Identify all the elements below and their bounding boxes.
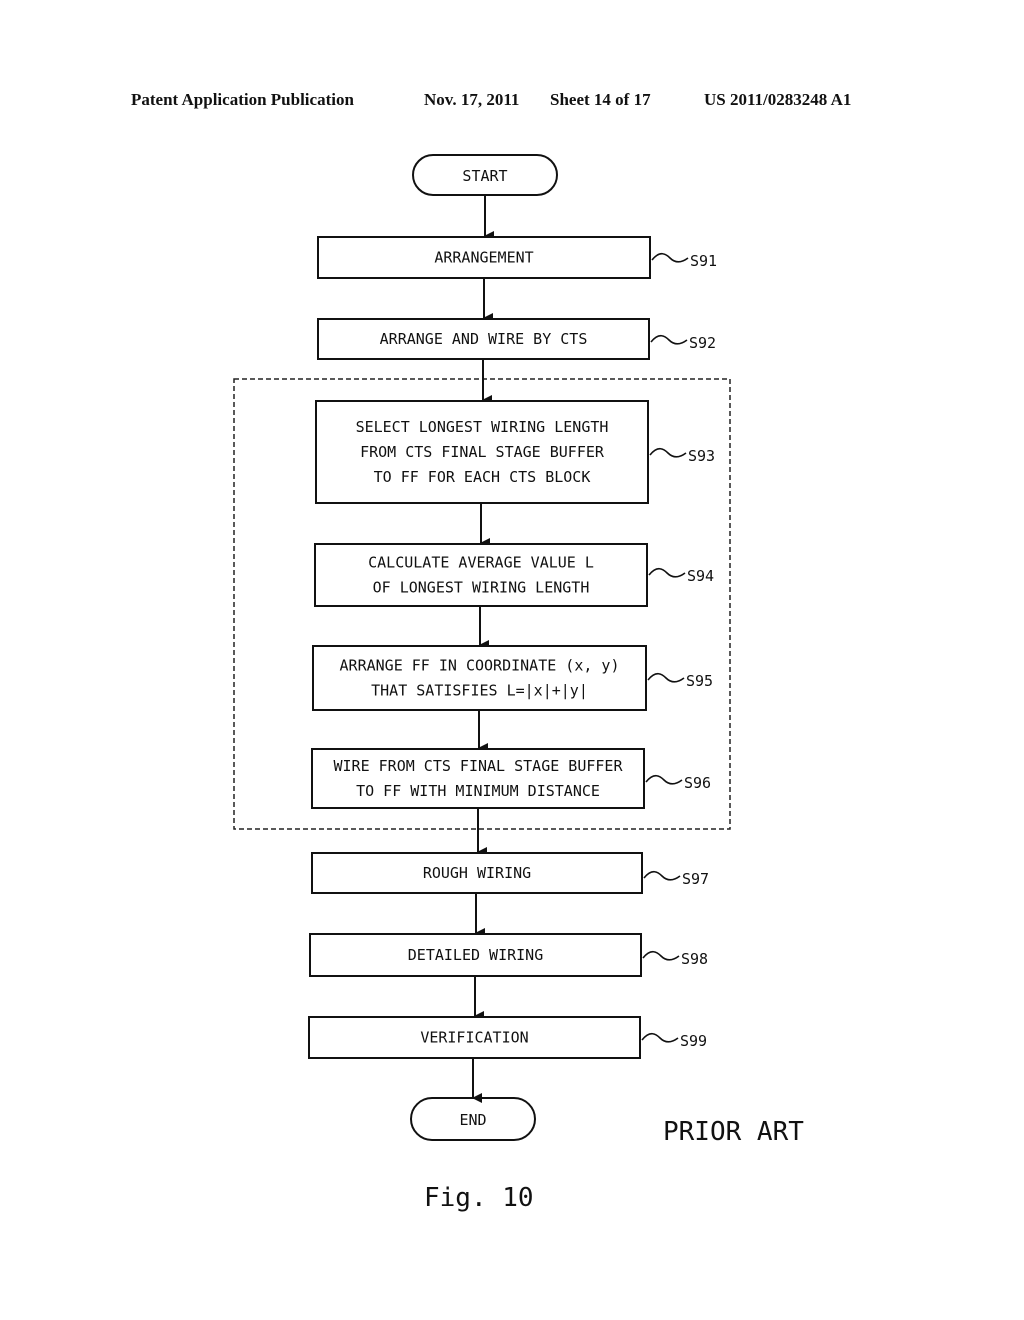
step-text-line: TO FF WITH MINIMUM DISTANCE bbox=[356, 782, 600, 800]
step-s99: VERIFICATION S99 bbox=[308, 1016, 707, 1059]
step-text-line: ARRANGEMENT bbox=[434, 249, 533, 267]
step-text-line: ARRANGE FF IN COORDINATE (x, y) bbox=[340, 657, 620, 675]
figure-label: Fig. 10 bbox=[424, 1183, 534, 1213]
flowchart: START END ARRANGEMENT S91 ARRANGE AND WIRE… bbox=[233, 154, 804, 1213]
step-text-line: TO FF FOR EACH CTS BLOCK bbox=[374, 468, 591, 486]
step-id-label: S99 bbox=[680, 1032, 707, 1050]
step-id-label: S91 bbox=[690, 252, 717, 270]
step-text-line: CALCULATE AVERAGE VALUE L bbox=[368, 554, 594, 572]
leader-line bbox=[645, 774, 683, 785]
step-id-label: S92 bbox=[689, 334, 716, 352]
leader-line bbox=[643, 870, 681, 881]
step-s94: CALCULATE AVERAGE VALUE L OF LONGEST WIRI… bbox=[314, 543, 714, 607]
step-text-line: THAT SATISFIES L=|x|+|y| bbox=[371, 682, 588, 700]
step-id-label: S94 bbox=[687, 567, 714, 585]
step-s97: ROUGH WIRING S97 bbox=[311, 852, 709, 894]
start-label: START bbox=[462, 167, 507, 185]
step-s92: ARRANGE AND WIRE BY CTS S92 bbox=[317, 318, 716, 360]
leader-line bbox=[649, 447, 687, 458]
step-s96: WIRE FROM CTS FINAL STAGE BUFFER TO FF WI… bbox=[311, 748, 711, 809]
leader-line bbox=[651, 252, 689, 263]
step-text-line: ROUGH WIRING bbox=[423, 864, 531, 882]
step-text-line: SELECT LONGEST WIRING LENGTH bbox=[356, 418, 609, 436]
step-id-label: S97 bbox=[682, 870, 709, 888]
step-s95: ARRANGE FF IN COORDINATE (x, y) THAT SATI… bbox=[312, 645, 713, 711]
step-s91: ARRANGEMENT S91 bbox=[317, 236, 717, 279]
leader-line bbox=[650, 334, 688, 345]
prior-art-label: PRIOR ART bbox=[663, 1117, 804, 1147]
step-id-label: S96 bbox=[684, 774, 711, 792]
end-label: END bbox=[459, 1111, 486, 1129]
step-s98: DETAILED WIRING S98 bbox=[309, 933, 708, 977]
step-text-line: ARRANGE AND WIRE BY CTS bbox=[380, 330, 588, 348]
step-id-label: S93 bbox=[688, 447, 715, 465]
step-text-line: VERIFICATION bbox=[420, 1029, 528, 1047]
step-text-line: FROM CTS FINAL STAGE BUFFER bbox=[360, 443, 605, 461]
start-terminal: START bbox=[412, 154, 558, 196]
step-s93: SELECT LONGEST WIRING LENGTH FROM CTS FIN… bbox=[315, 400, 715, 504]
step-id-label: S98 bbox=[681, 950, 708, 968]
step-text-line: OF LONGEST WIRING LENGTH bbox=[373, 579, 590, 597]
leader-line bbox=[641, 1032, 679, 1043]
leader-line bbox=[647, 672, 685, 683]
end-terminal: END bbox=[410, 1097, 536, 1141]
step-text-line: DETAILED WIRING bbox=[408, 946, 543, 964]
step-text-line: WIRE FROM CTS FINAL STAGE BUFFER bbox=[334, 757, 624, 775]
leader-line bbox=[648, 567, 686, 578]
leader-line bbox=[642, 950, 680, 961]
step-id-label: S95 bbox=[686, 672, 713, 690]
